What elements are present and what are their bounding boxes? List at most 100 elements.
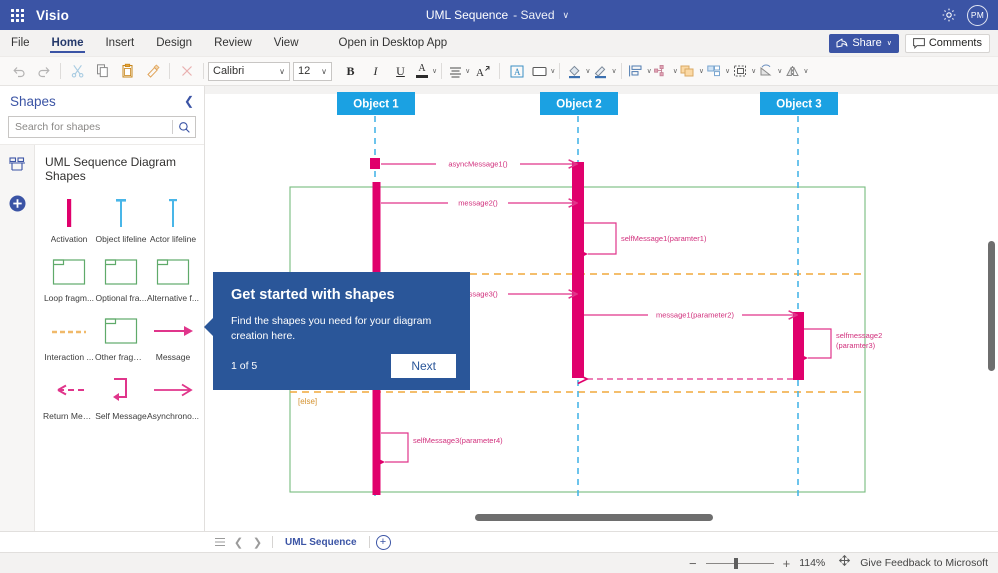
position-button[interactable]: ∨	[626, 60, 652, 83]
message-label-self2b: (paramter3)	[836, 341, 876, 350]
shape-item-other-fragment[interactable]: Other fragm...	[95, 311, 147, 364]
stencil-area: UML Sequence Diagram Shapes Activation O…	[35, 145, 204, 531]
chevron-right-icon[interactable]: ❯	[249, 534, 266, 551]
ribbon-divider	[559, 63, 561, 79]
add-page-button[interactable]: +	[375, 534, 391, 550]
flip-button[interactable]: ∨	[782, 60, 809, 83]
svg-text:A: A	[476, 67, 484, 78]
fill-color-button[interactable]: ∨	[564, 60, 591, 83]
underline-button[interactable]: U	[388, 60, 413, 83]
app-body: Shapes ❮ Search for shapes UML Sequence …	[0, 86, 998, 531]
fit-page-icon[interactable]	[838, 554, 851, 572]
share-button[interactable]: Share ∨	[829, 33, 899, 53]
menu-item-home[interactable]: Home	[41, 30, 95, 56]
menu-item-file[interactable]: File	[0, 30, 41, 56]
fill-bucket-icon	[564, 60, 584, 83]
bold-button[interactable]: B	[338, 60, 363, 83]
status-bar: − + 114% Give Feedback to Microsoft	[0, 552, 998, 573]
chevron-down-icon[interactable]: ∨	[560, 10, 573, 21]
shape-item-interaction-use[interactable]: Interaction ...	[43, 311, 95, 364]
message-label-msg2: message2()	[458, 199, 498, 208]
shapes-search-box[interactable]	[8, 116, 196, 138]
message-label-self2a: selfmessage2	[836, 331, 882, 340]
self-message-icon	[100, 372, 142, 408]
zoom-slider-thumb[interactable]	[733, 557, 738, 569]
menu-item-insert[interactable]: Insert	[94, 30, 145, 56]
connector-icon	[652, 60, 672, 83]
shape-item-object-lifeline[interactable]: Object lifeline	[95, 193, 147, 246]
bring-to-front-icon	[678, 60, 698, 83]
stencil-icon[interactable]	[5, 153, 29, 177]
shapes-panel-main: UML Sequence Diagram Shapes Activation O…	[0, 144, 204, 531]
chevron-left-icon[interactable]: ❮	[184, 94, 194, 108]
chevron-down-icon: ∨	[432, 68, 438, 75]
chevron-left-icon[interactable]: ❮	[230, 534, 247, 551]
search-input[interactable]	[9, 121, 172, 133]
lifeline-header-1: Object 1	[353, 99, 399, 111]
gear-icon[interactable]	[941, 7, 957, 23]
scissors-icon[interactable]	[65, 60, 90, 83]
title-bar-actions: PM	[941, 4, 998, 26]
horizontal-scrollbar[interactable]	[475, 514, 713, 521]
zoom-slider[interactable]	[705, 557, 774, 569]
bring-to-front-button[interactable]: ∨	[678, 60, 704, 83]
line-color-button[interactable]: ∨	[591, 60, 617, 83]
next-button[interactable]: Next	[391, 354, 456, 378]
lifeline-header-3: Object 3	[776, 99, 821, 111]
menu-item-review[interactable]: Review	[203, 30, 263, 56]
menu-item-view[interactable]: View	[263, 30, 310, 56]
shape-label: Return Mess...	[43, 411, 95, 421]
undo-icon[interactable]	[6, 60, 31, 83]
text-box-icon[interactable]: A	[504, 60, 529, 83]
page-tab-uml-sequence[interactable]: UML Sequence	[279, 537, 363, 548]
italic-button[interactable]: I	[363, 60, 388, 83]
copy-icon[interactable]	[90, 60, 115, 83]
font-family-select[interactable]: Calibri ∨	[208, 61, 290, 81]
zoom-out-button[interactable]: −	[689, 557, 697, 570]
rotate-button[interactable]: ∨	[756, 60, 782, 83]
menu-item-design[interactable]: Design	[145, 30, 203, 56]
font-color-button[interactable]: A ∨	[413, 60, 437, 83]
shape-item-message[interactable]: Message	[147, 311, 199, 364]
format-painter-icon[interactable]	[140, 60, 165, 83]
message-label-msg1: message1(parameter2)	[656, 311, 734, 320]
app-launcher-icon[interactable]	[0, 8, 34, 22]
clipboard-icon[interactable]	[115, 60, 140, 83]
document-title[interactable]: UML Sequence	[426, 8, 508, 22]
shapes-rail	[0, 145, 35, 531]
message-arrow-icon	[150, 313, 196, 349]
shape-item-self-message[interactable]: Self Message	[95, 370, 147, 423]
shape-item-return-message[interactable]: Return Mess...	[43, 370, 95, 423]
group-button[interactable]: ∨	[704, 60, 730, 83]
shape-label: Other fragm...	[95, 352, 147, 362]
avatar[interactable]: PM	[967, 4, 988, 26]
shape-gallery-button[interactable]: ∨	[529, 60, 555, 83]
vertical-scrollbar[interactable]	[988, 241, 995, 371]
font-size-select[interactable]: 12 ∨	[293, 61, 332, 81]
shape-item-async-message[interactable]: Asynchrono...	[147, 370, 199, 423]
feedback-link[interactable]: Give Feedback to Microsoft	[860, 557, 988, 569]
callout-title: Get started with shapes	[231, 287, 395, 303]
search-icon[interactable]	[173, 121, 195, 134]
open-in-desktop-app-button[interactable]: Open in Desktop App	[328, 30, 459, 56]
connector-button[interactable]: ∨	[652, 60, 678, 83]
shape-item-loop-fragment[interactable]: Loop fragm...	[43, 252, 95, 305]
shape-item-alternative-fragment[interactable]: Alternative f...	[147, 252, 199, 305]
select-button[interactable]: ∨	[730, 60, 756, 83]
chevron-down-icon: ∨	[279, 66, 285, 76]
position-icon	[626, 60, 646, 83]
delete-x-icon[interactable]	[174, 60, 199, 83]
redo-icon[interactable]	[31, 60, 56, 83]
hamburger-icon[interactable]	[211, 534, 228, 551]
shape-item-actor-lifeline[interactable]: Actor lifeline	[147, 193, 199, 246]
grow-font-button[interactable]: A	[470, 60, 495, 83]
shape-item-optional-fragment[interactable]: Optional fra...	[95, 252, 147, 305]
shape-item-activation[interactable]: Activation	[43, 193, 95, 246]
zoom-in-button[interactable]: +	[783, 557, 791, 570]
comments-button[interactable]: Comments	[904, 33, 990, 53]
message-label-self3: selfMessage3(parameter4)	[413, 436, 503, 445]
align-button[interactable]: ∨	[446, 60, 470, 83]
page-tab-controls: ❮ ❯ UML Sequence +	[205, 534, 391, 551]
ribbon-toolbar: Calibri ∨ 12 ∨ B I U A ∨ ∨ A A ∨ ∨ ∨ ∨ ∨…	[0, 57, 998, 86]
add-circle-icon[interactable]	[5, 191, 29, 215]
